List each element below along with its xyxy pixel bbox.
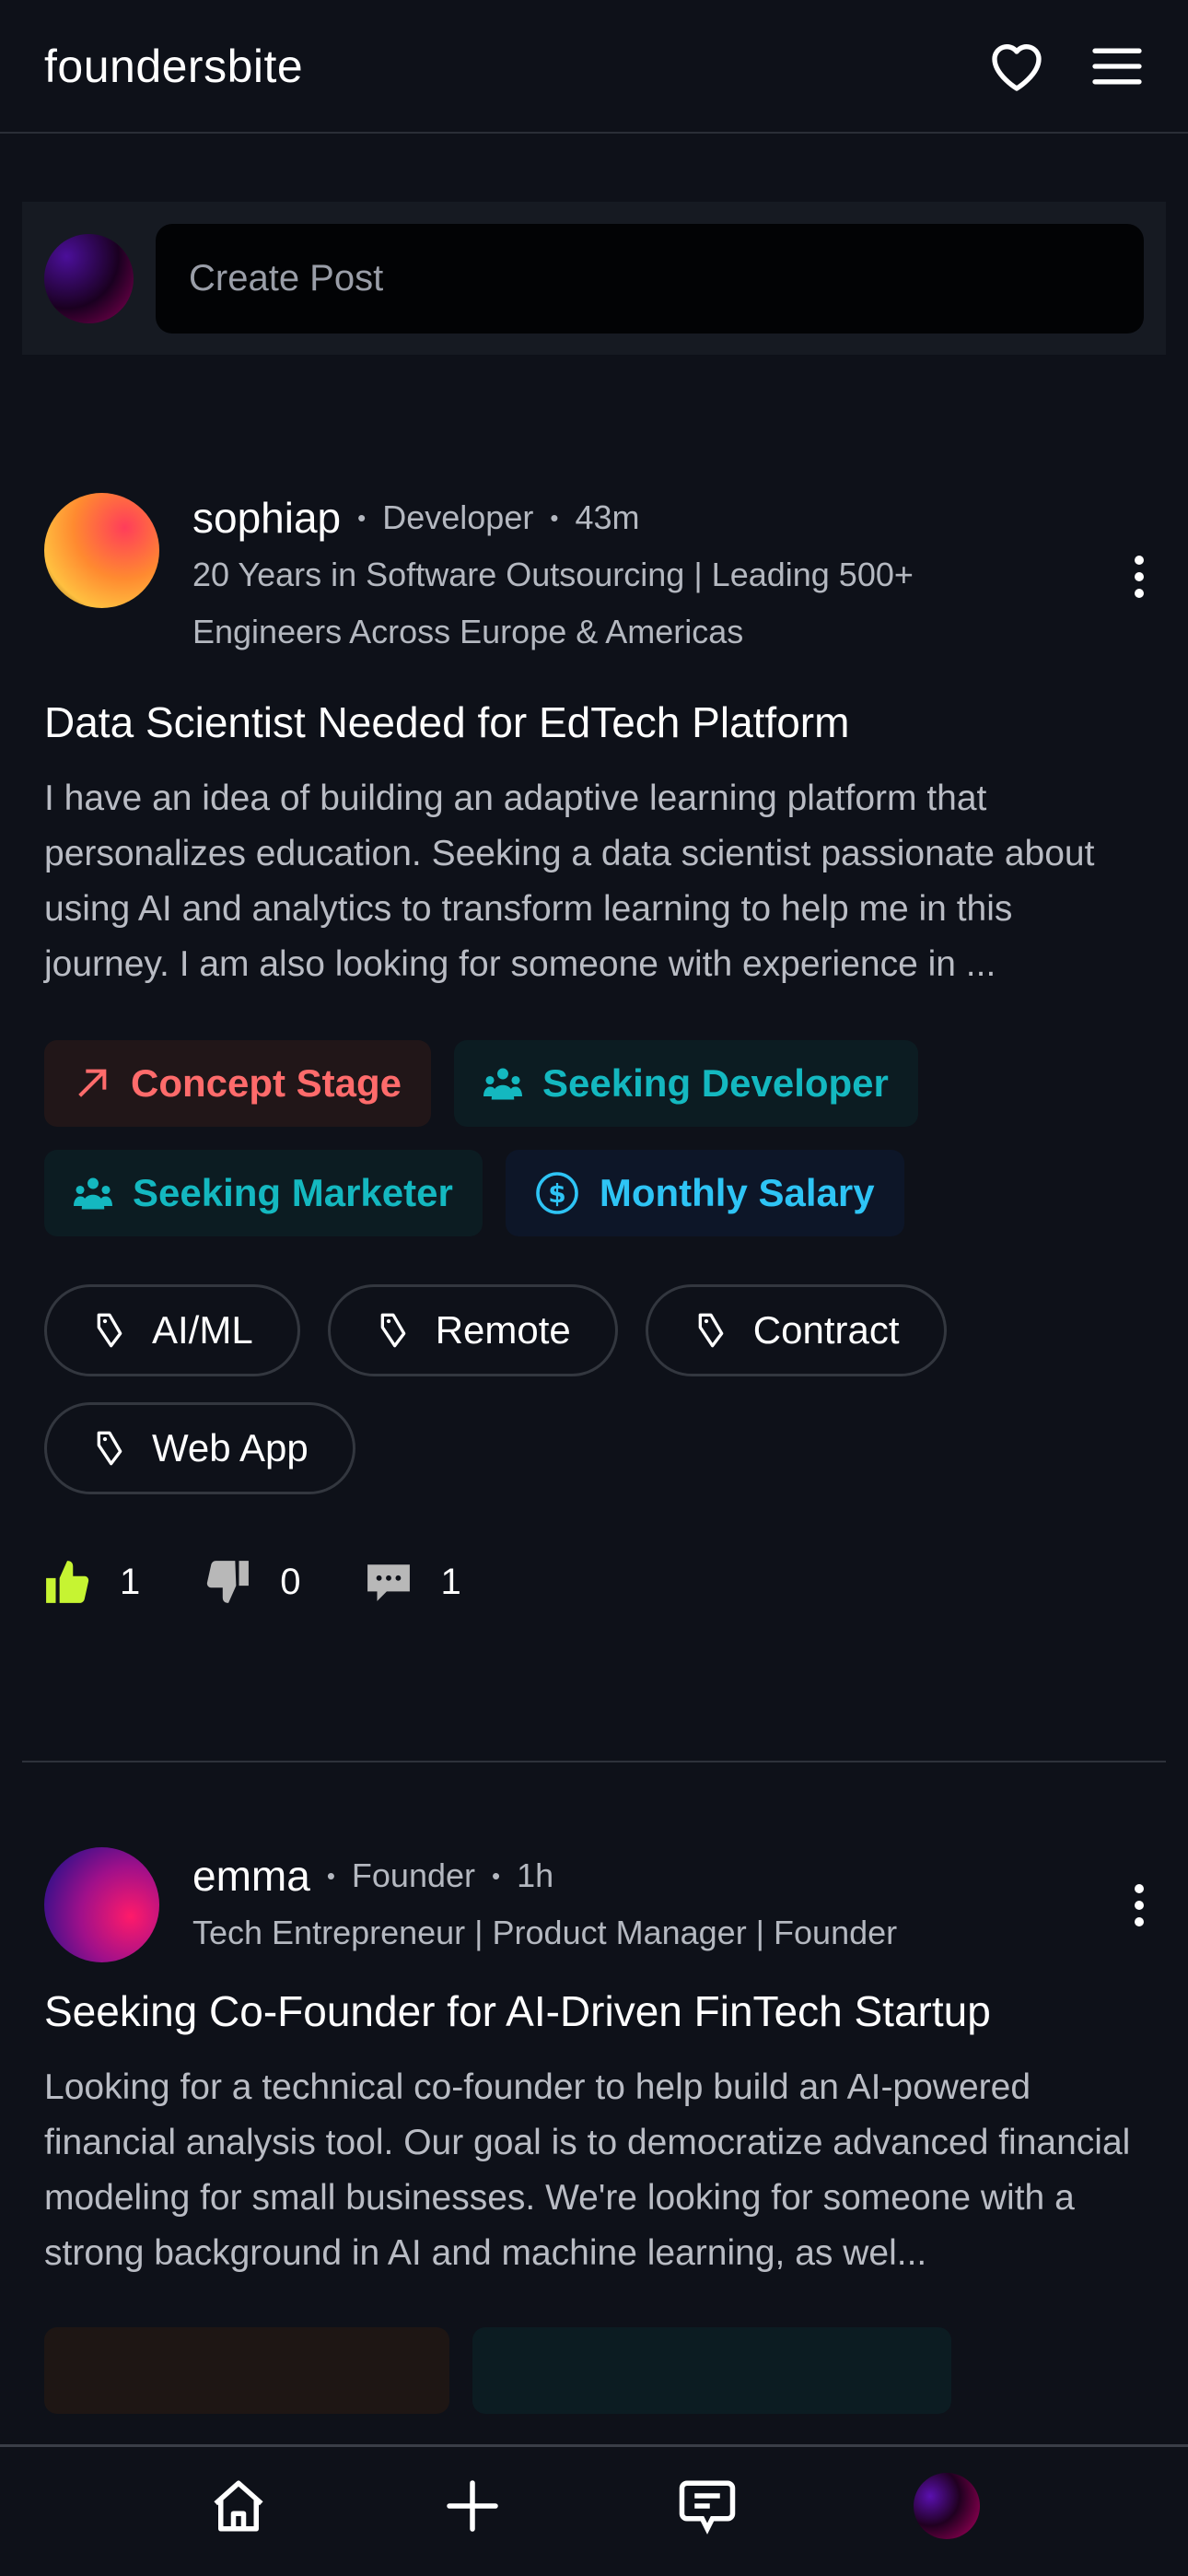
badge-label: Seeking Marketer: [133, 1171, 453, 1214]
tag-contract[interactable]: Contract: [645, 1284, 947, 1376]
create-post-bar: Create Post: [22, 202, 1166, 355]
badge-seeking-marketer: Seeking Marketer: [44, 1150, 483, 1236]
badge-label: Monthly Salary: [599, 1171, 875, 1214]
separator: •: [357, 503, 367, 532]
tag-icon: [97, 1431, 122, 1466]
avatar[interactable]: [44, 233, 134, 323]
tag-icon: [380, 1313, 406, 1348]
home-icon[interactable]: [208, 2476, 269, 2536]
comment-icon: [367, 1564, 410, 1601]
more-options-icon[interactable]: [1135, 556, 1144, 598]
more-options-icon[interactable]: [1135, 1883, 1144, 1926]
post-time: 43m: [575, 498, 640, 536]
like-button[interactable]: 1: [44, 1559, 140, 1605]
post-divider: [22, 1761, 1166, 1762]
badge-monthly-salary: $ Monthly Salary: [505, 1150, 904, 1236]
post-title[interactable]: Data Scientist Needed for EdTech Platfor…: [44, 697, 1144, 747]
tag-web-app[interactable]: Web App: [44, 1402, 355, 1494]
users-icon: [483, 1068, 523, 1100]
tag-label: AI/ML: [152, 1308, 253, 1352]
badge-seeking-developer: Seeking Developer: [454, 1040, 918, 1127]
username[interactable]: sophiap: [192, 493, 341, 543]
users-icon: [74, 1177, 112, 1210]
menu-icon[interactable]: [1090, 44, 1144, 88]
tag-icon: [698, 1313, 724, 1348]
dislike-count: 0: [280, 1561, 301, 1602]
badge: [472, 2327, 951, 2414]
svg-text:$: $: [548, 1178, 565, 1209]
avatar[interactable]: [44, 493, 159, 608]
dollar-circle-icon: $: [536, 1172, 578, 1214]
post-body: I have an idea of building an adaptive l…: [44, 779, 1095, 984]
create-post-input[interactable]: Create Post: [156, 223, 1144, 334]
top-bar: foundersbite: [0, 0, 1188, 134]
tag-remote[interactable]: Remote: [327, 1284, 618, 1376]
separator: •: [550, 503, 559, 532]
user-bio: 20 Years in Software Outsourcing | Leadi…: [192, 556, 914, 650]
profile-avatar[interactable]: [914, 2473, 981, 2539]
user-role: Founder: [351, 1856, 476, 1894]
bottom-nav: [0, 2444, 1188, 2576]
avatar[interactable]: [44, 1847, 159, 1962]
thumbs-down-icon: [207, 1561, 250, 1603]
badge-label: Seeking Developer: [542, 1061, 889, 1105]
thumbs-up-icon: [46, 1561, 89, 1603]
user-bio: Tech Entrepreneur | Product Manager | Fo…: [192, 1914, 898, 1951]
plus-icon[interactable]: [445, 2478, 500, 2534]
like-count: 1: [120, 1561, 141, 1602]
tag-label: Web App: [152, 1426, 309, 1469]
badge-concept-stage: Concept Stage: [44, 1040, 432, 1127]
messages-icon[interactable]: [677, 2476, 738, 2536]
separator: •: [492, 1861, 501, 1890]
tag-icon: [97, 1313, 122, 1348]
comment-button[interactable]: 1: [366, 1559, 461, 1605]
arrow-up-right-icon: [78, 1069, 107, 1097]
tag-label: Remote: [435, 1308, 571, 1352]
heart-icon[interactable]: [987, 39, 1046, 94]
username[interactable]: emma: [192, 1851, 310, 1901]
tag-ai-ml[interactable]: AI/ML: [44, 1284, 300, 1376]
dislike-button[interactable]: 0: [204, 1559, 301, 1605]
separator: •: [326, 1861, 335, 1890]
post-card: sophiap • Developer • 43m 20 Years in So…: [44, 493, 1144, 1605]
post-time: 1h: [517, 1856, 554, 1894]
badge: [44, 2327, 449, 2414]
app-logo[interactable]: foundersbite: [44, 40, 303, 93]
tag-label: Contract: [752, 1308, 900, 1352]
post-title[interactable]: Seeking Co-Founder for AI-Driven FinTech…: [44, 1986, 1144, 2036]
post-body: Looking for a technical co-founder to he…: [44, 2067, 1131, 2273]
post-card: emma • Founder • 1h Tech Entrepreneur | …: [44, 1847, 1144, 2414]
user-role: Developer: [382, 498, 534, 536]
badge-label: Concept Stage: [131, 1061, 402, 1105]
comment-count: 1: [440, 1561, 461, 1602]
